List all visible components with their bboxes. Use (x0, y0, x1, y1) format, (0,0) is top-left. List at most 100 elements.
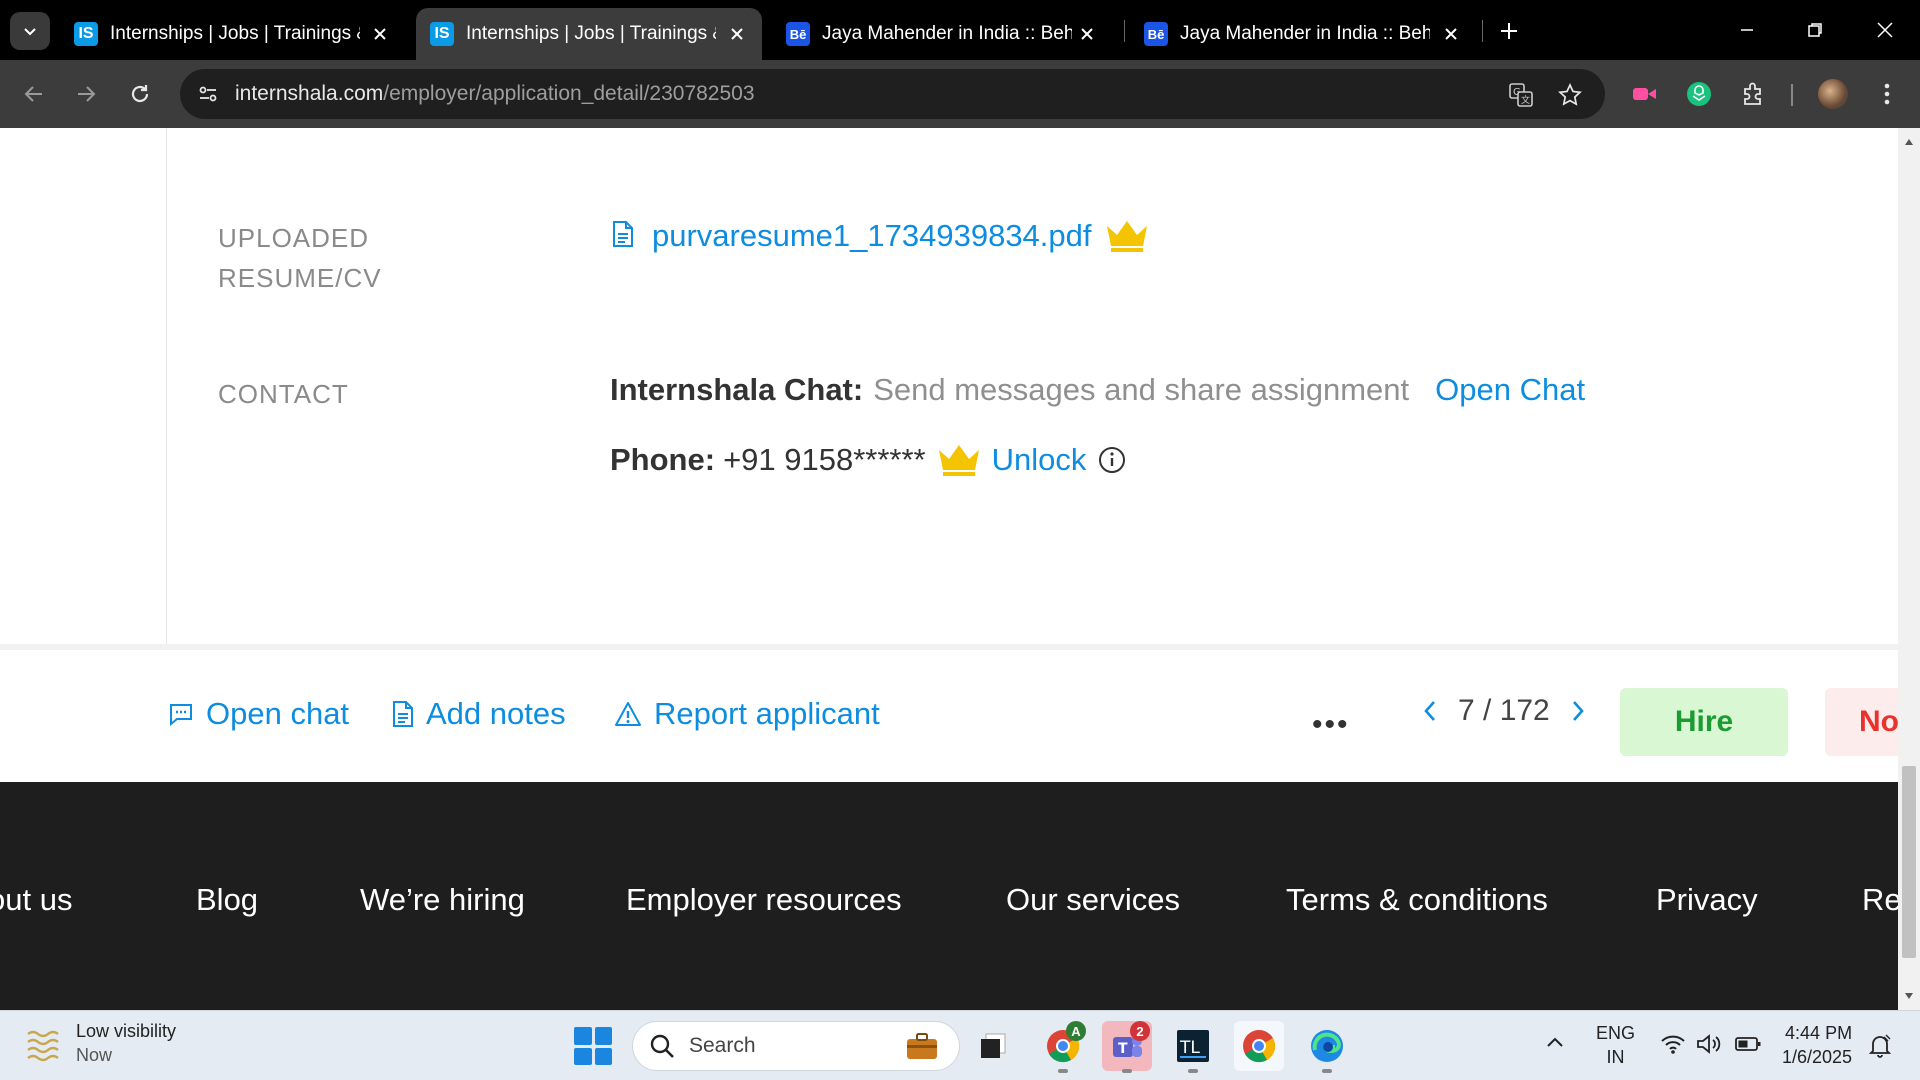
footer-link-hiring[interactable]: We’re hiring (360, 882, 525, 918)
chevron-left-icon (1424, 701, 1435, 721)
site-info-button[interactable] (190, 76, 226, 112)
hire-button[interactable]: Hire (1620, 688, 1788, 756)
resume-field-label: UPLOADED RESUME/CV (218, 223, 382, 293)
tab-close-button[interactable] (724, 21, 750, 47)
add-notes-button[interactable]: Add notes (392, 696, 566, 732)
scroll-down-arrow[interactable] (1903, 990, 1915, 1002)
chatgpt-extension[interactable] (1682, 77, 1716, 111)
back-icon (24, 86, 42, 102)
footer-link-refund[interactable]: Re (1862, 882, 1898, 918)
address-bar[interactable]: internshala.com/employer/application_det… (180, 69, 1605, 119)
search-icon (649, 1033, 675, 1059)
battery-icon[interactable] (1734, 1033, 1762, 1055)
start-button[interactable] (574, 1027, 612, 1065)
scroll-thumb[interactable] (1902, 766, 1916, 958)
star-icon (1558, 83, 1582, 106)
search-placeholder: Search (689, 1034, 756, 1057)
taskbar-tl-app[interactable]: TL (1168, 1021, 1218, 1073)
back-button[interactable] (16, 76, 52, 112)
wifi-icon[interactable] (1660, 1033, 1686, 1055)
open-chat-button[interactable]: Open chat (168, 696, 349, 732)
chrome-icon (1243, 1030, 1276, 1063)
info-icon[interactable] (1098, 446, 1126, 474)
chevron-down-icon (24, 28, 36, 36)
new-tab-button[interactable] (1492, 14, 1526, 48)
footer-link-terms[interactable]: Terms & conditions (1286, 882, 1548, 918)
scroll-up-arrow[interactable] (1903, 136, 1915, 148)
browser-tab[interactable]: Bē Jaya Mahender in India :: Behan (1130, 8, 1476, 60)
profile-button[interactable] (1816, 77, 1850, 111)
bookmark-button[interactable] (1554, 79, 1586, 111)
taskbar-chrome[interactable] (1234, 1021, 1284, 1071)
forward-button[interactable] (68, 76, 104, 112)
notification-badge: 2 (1130, 1021, 1150, 1041)
footer-link-blog[interactable]: Blog (196, 882, 258, 918)
more-options-button[interactable]: ••• (1312, 708, 1350, 742)
translate-button[interactable]: G文 (1505, 79, 1537, 111)
volume-icon[interactable] (1696, 1033, 1722, 1055)
taskbar-edge[interactable] (1302, 1021, 1352, 1073)
system-clock[interactable]: 4:44 PM 1/6/2025 (1782, 1021, 1852, 1069)
profile-badge: A (1066, 1021, 1086, 1041)
tab-title: Internships | Jobs | Trainings & I (466, 23, 716, 44)
browser-tab[interactable]: Bē Jaya Mahender in India :: Behan (772, 8, 1112, 60)
tab-close-button[interactable] (1074, 21, 1100, 47)
add-notes-label: Add notes (426, 696, 566, 731)
behance-favicon-icon: Bē (786, 22, 810, 46)
window-stack-icon (981, 1033, 1006, 1058)
tab-close-button[interactable] (1438, 21, 1464, 47)
open-chat-link[interactable]: Open Chat (1435, 372, 1585, 408)
phone-contact-line: Phone: +91 9158****** Unlock (610, 442, 1126, 478)
reload-button[interactable] (122, 76, 158, 112)
resume-file-name[interactable]: purvaresume1_1734939834.pdf (652, 218, 1092, 254)
footer-link-our-services[interactable]: Our services (1006, 882, 1180, 918)
browser-tab-active[interactable]: IS Internships | Jobs | Trainings & I (416, 8, 762, 60)
extensions-button[interactable] (1736, 77, 1770, 111)
translate-icon: G文 (1509, 83, 1533, 107)
restore-button[interactable] (1790, 10, 1840, 50)
notifications-button[interactable] (1868, 1033, 1892, 1064)
weather-widget[interactable]: Low visibility Now (24, 1019, 176, 1067)
crown-icon (936, 442, 982, 478)
unlock-phone-link[interactable]: Unlock (992, 442, 1087, 478)
close-window-button[interactable] (1860, 10, 1910, 50)
previous-applicant-button[interactable] (1412, 699, 1448, 723)
document-icon (612, 220, 634, 253)
forward-icon (78, 86, 96, 102)
warning-icon (614, 701, 642, 727)
close-icon (731, 28, 743, 40)
open-chat-label: Open chat (206, 696, 350, 731)
minimize-button[interactable] (1722, 10, 1772, 50)
tab-search-button[interactable] (10, 12, 50, 50)
page-viewport: UPLOADED RESUME/CV purvaresume1_17349398… (0, 128, 1898, 1010)
input-language[interactable]: ENG IN (1596, 1021, 1635, 1069)
extensions-icon (1744, 82, 1761, 105)
edge-icon (1311, 1030, 1343, 1062)
taskbar-file-manager[interactable] (968, 1021, 1018, 1071)
tab-title: Jaya Mahender in India :: Behan (822, 23, 1072, 44)
site-info-icon (199, 86, 217, 102)
show-hidden-icons-button[interactable] (1546, 1035, 1564, 1053)
taskbar-chrome-profile-a[interactable]: A (1038, 1021, 1088, 1073)
site-footer: out us Blog We’re hiring Employer resour… (0, 782, 1898, 1010)
page-scrollbar[interactable] (1898, 128, 1920, 1010)
footer-link-about-us[interactable]: out us (0, 882, 72, 918)
not-interested-button[interactable]: No (1825, 688, 1898, 756)
browser-menu-button[interactable] (1870, 77, 1904, 111)
contact-field-label: CONTACT (218, 379, 349, 409)
browser-tab[interactable]: IS Internships | Jobs | Trainings & I (60, 8, 405, 60)
screen-recorder-extension[interactable] (1628, 77, 1662, 111)
next-applicant-button[interactable] (1560, 699, 1596, 723)
chat-label: Internshala Chat: (610, 372, 864, 407)
video-camera-icon (1633, 88, 1656, 100)
taskbar-teams[interactable]: T 2 (1102, 1021, 1152, 1073)
footer-link-employer-resources[interactable]: Employer resources (626, 882, 902, 918)
tab-close-button[interactable] (367, 21, 393, 47)
behance-favicon-icon: Bē (1144, 22, 1168, 46)
taskbar-search[interactable]: Search (632, 1021, 960, 1071)
resume-download-link[interactable]: purvaresume1_1734939834.pdf (612, 218, 1150, 254)
internshala-favicon-icon: IS (74, 22, 98, 46)
chevron-up-icon (1547, 1037, 1563, 1047)
report-applicant-button[interactable]: Report applicant (614, 696, 880, 732)
footer-link-privacy[interactable]: Privacy (1656, 882, 1758, 918)
